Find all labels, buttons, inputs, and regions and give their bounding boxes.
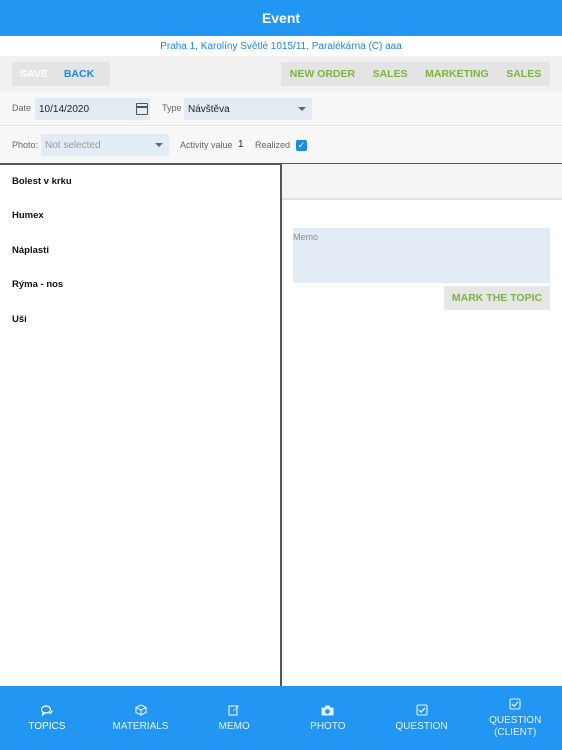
photo-select[interactable]: Not selected (41, 134, 169, 156)
tab-label: PHOTO (310, 721, 346, 732)
photo-label: Photo: (12, 140, 39, 150)
photo-value: Not selected (45, 139, 101, 151)
address-line: Praha 1, Karolíny Světlé 1015/11, Paralé… (0, 36, 562, 56)
tab-question-client[interactable]: QUESTION (CLIENT) (468, 686, 562, 750)
date-label: Date (12, 103, 32, 113)
page-title: Event (261, 10, 301, 26)
detail-header (282, 164, 562, 200)
mark-topic-button[interactable]: MARK THE TOPIC (444, 286, 550, 310)
new-order-button[interactable]: NEW ORDER (282, 68, 363, 80)
bottom-nav: TOPICS MATERIALS MEMO PHOTO QUESTION QUE… (0, 686, 562, 750)
check-square-icon (508, 697, 522, 711)
list-item[interactable]: Bolest v krku (0, 164, 280, 199)
list-item[interactable]: Humex (0, 199, 280, 234)
tab-label: MATERIALS (112, 721, 169, 732)
type-select[interactable]: Návštěva (184, 98, 312, 120)
back-button[interactable]: BACK (56, 68, 102, 80)
memo-field[interactable]: Memo (293, 228, 550, 283)
realized-label: Realized (255, 140, 291, 150)
activity-value-label: Activity value (180, 140, 233, 150)
camera-icon (321, 703, 335, 717)
tab-label: QUESTION (CLIENT) (489, 715, 542, 738)
secondary-actions: NEW ORDER SALES MARKETING SALES (281, 62, 550, 86)
list-item[interactable]: Náplasti (0, 233, 280, 268)
split-divider[interactable] (280, 163, 282, 686)
chevron-down-icon (155, 143, 163, 147)
tab-question[interactable]: QUESTION (375, 686, 469, 750)
calendar-icon[interactable] (136, 103, 148, 115)
list-item[interactable]: Uši (0, 302, 280, 337)
toolbar: SAVE BACK NEW ORDER SALES MARKETING SALE… (0, 56, 562, 92)
address-text[interactable]: Praha 1, Karolíny Světlé 1015/11, Paralé… (160, 41, 402, 52)
check-square-icon (415, 703, 429, 717)
tab-memo[interactable]: MEMO (187, 686, 281, 750)
title-bar: Event (0, 0, 562, 36)
chevron-down-icon (298, 107, 306, 111)
save-button[interactable]: SAVE (12, 68, 56, 80)
sales-button[interactable]: SALES (365, 68, 416, 80)
sales-button-2[interactable]: SALES (498, 68, 549, 80)
chat-icon (40, 703, 54, 717)
tab-label: QUESTION (395, 721, 448, 732)
activity-value[interactable]: 1 (238, 139, 244, 150)
edit-icon (227, 703, 241, 717)
form-row-date-type: Date 10/14/2020 Type Návštěva (0, 92, 562, 126)
type-label: Type (162, 103, 182, 113)
date-value: 10/14/2020 (39, 103, 90, 115)
tab-topics[interactable]: TOPICS (0, 686, 94, 750)
tab-label: TOPICS (28, 721, 66, 732)
tab-materials[interactable]: MATERIALS (94, 686, 188, 750)
form-row-photo-activity: Photo: Not selected Activity value 1 Rea… (0, 127, 562, 163)
tab-photo[interactable]: PHOTO (281, 686, 375, 750)
cube-icon (134, 703, 148, 717)
memo-placeholder: Memo (293, 232, 319, 242)
topics-list: Bolest v krku Humex Náplasti Rýma - nos … (0, 164, 280, 337)
primary-actions: SAVE BACK (12, 62, 110, 86)
tab-label: MEMO (218, 721, 250, 732)
list-item[interactable]: Rýma - nos (0, 268, 280, 303)
marketing-button[interactable]: MARKETING (417, 68, 497, 80)
realized-checkbox[interactable]: ✓ (296, 140, 307, 151)
date-field[interactable]: 10/14/2020 (35, 98, 150, 120)
type-value: Návštěva (188, 103, 230, 115)
